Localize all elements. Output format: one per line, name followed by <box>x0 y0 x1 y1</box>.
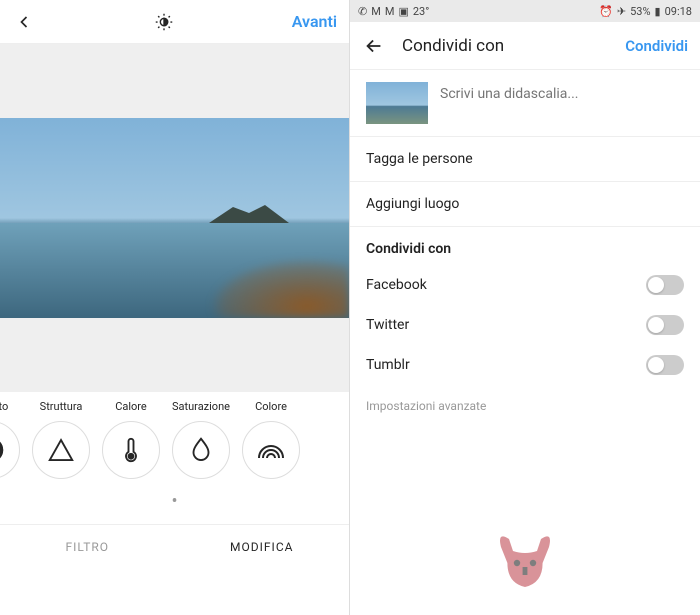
share-header: Condividi con Condividi <box>350 22 700 70</box>
add-location-row[interactable]: Aggiungi luogo <box>350 182 700 227</box>
rainbow-icon <box>242 421 300 479</box>
photo-preview-area <box>0 44 349 392</box>
caption-input[interactable] <box>440 82 684 102</box>
share-label: Twitter <box>366 317 409 333</box>
gmail-icon: M <box>385 5 395 18</box>
edit-tool-strip[interactable]: ntrasto Struttura Calore Saturazione <box>0 392 349 479</box>
structure-icon <box>32 421 90 479</box>
airplane-icon: ✈ <box>617 5 626 18</box>
share-section-title: Condividi con <box>350 227 700 265</box>
next-button[interactable]: Avanti <box>292 12 337 31</box>
edit-screen: Avanti ntrasto Struttura Calore <box>0 0 350 615</box>
edit-tools-area: ntrasto Struttura Calore Saturazione <box>0 392 349 615</box>
watermark-logo <box>485 519 565 603</box>
share-action-button[interactable]: Condividi <box>625 37 688 55</box>
share-screen: ✆ M M ▣ 23° ⏰ ✈ 53% ▮ 09:18 Condividi co… <box>350 0 700 615</box>
tool-structure[interactable]: Struttura <box>26 400 96 479</box>
tag-people-row[interactable]: Tagga le persone <box>350 137 700 182</box>
advanced-settings-link[interactable]: Impostazioni avanzate <box>350 385 700 427</box>
drop-icon <box>172 421 230 479</box>
share-tumblr-row: Tumblr <box>350 345 700 385</box>
edit-header: Avanti <box>0 0 349 44</box>
alarm-icon: ⏰ <box>599 5 613 18</box>
tool-label: Saturazione <box>172 400 230 413</box>
share-facebook-row: Facebook <box>350 265 700 305</box>
tool-label: Calore <box>115 400 147 413</box>
photo-thumbnail[interactable] <box>366 82 428 124</box>
tool-saturation[interactable]: Saturazione <box>166 400 236 479</box>
tool-label: Colore <box>255 400 287 413</box>
back-button[interactable] <box>362 34 386 58</box>
clock: 09:18 <box>665 5 692 18</box>
contrast-icon <box>0 421 20 479</box>
gmail-icon: M <box>371 5 381 18</box>
share-label: Tumblr <box>366 357 410 373</box>
status-bar: ✆ M M ▣ 23° ⏰ ✈ 53% ▮ 09:18 <box>350 0 700 22</box>
share-label: Facebook <box>366 277 427 293</box>
battery-icon: ▮ <box>655 5 661 18</box>
share-twitter-row: Twitter <box>350 305 700 345</box>
tumblr-toggle[interactable] <box>646 355 684 375</box>
tool-label: Struttura <box>40 400 83 413</box>
caption-row <box>350 70 700 137</box>
share-title: Condividi con <box>402 36 609 56</box>
bottom-tabs: FILTRO MODIFICA <box>0 524 349 568</box>
tool-label: ntrasto <box>0 400 8 413</box>
tab-edit[interactable]: MODIFICA <box>175 525 350 568</box>
tab-filter[interactable]: FILTRO <box>0 525 175 568</box>
whatsapp-icon: ✆ <box>358 5 367 18</box>
photo-preview[interactable] <box>0 118 349 318</box>
back-button[interactable] <box>12 10 36 34</box>
pager-dots: • <box>0 479 349 524</box>
facebook-toggle[interactable] <box>646 275 684 295</box>
twitter-toggle[interactable] <box>646 315 684 335</box>
battery-percent: 53% <box>630 5 650 18</box>
image-icon: ▣ <box>398 5 408 18</box>
lux-icon[interactable] <box>152 10 176 34</box>
temperature: 23° <box>413 5 429 18</box>
tool-color[interactable]: Colore <box>236 400 306 479</box>
tool-warmth[interactable]: Calore <box>96 400 166 479</box>
tool-contrast[interactable]: ntrasto <box>0 400 26 479</box>
thermometer-icon <box>102 421 160 479</box>
